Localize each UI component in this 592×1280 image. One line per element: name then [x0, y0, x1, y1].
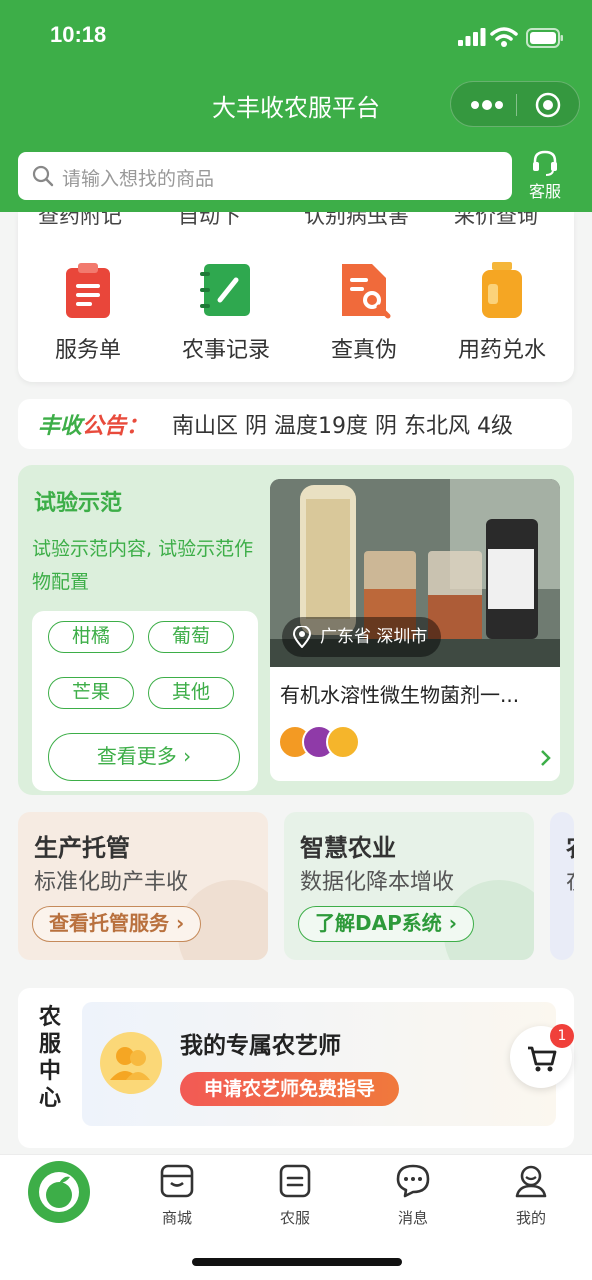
more-icon[interactable]: [467, 96, 507, 114]
message-icon: [396, 1164, 430, 1198]
apply-agronomist-button[interactable]: 申请农艺师免费指导: [180, 1072, 400, 1106]
cart-button[interactable]: 1: [510, 1024, 574, 1088]
service-item-farm-records[interactable]: 农事记录: [156, 260, 296, 370]
agronomist-card[interactable]: 我的专属农艺师 申请农艺师免费指导: [82, 1002, 556, 1126]
promo-title: 生产托管: [34, 834, 130, 862]
location-badge: 广东省 深圳市: [282, 617, 442, 657]
location-pin-icon: [292, 626, 312, 648]
tab-label: 商城: [161, 1209, 192, 1227]
promo-card-smart-agri[interactable]: 智慧农业 数据化降本增收 了解DAP系统 ›: [284, 812, 534, 960]
product-name: 有机水溶性微生物菌剂一...: [280, 683, 520, 707]
signal-icon: [458, 28, 486, 46]
service-item-dilution[interactable]: 用药兑水: [432, 260, 572, 370]
service-label: 查真伪: [330, 338, 397, 363]
service-card: 查药附记 自动下 认别病虫害 采价查询 服务单 农事记录 查真伪 用药兑水: [18, 212, 574, 382]
cut-label: 查药附记: [38, 212, 122, 228]
promo-card-hosting[interactable]: 生产托管 标准化助产丰收 查看托管服务 ›: [18, 812, 268, 960]
capsule-divider: [516, 94, 517, 116]
tab-label: 农服: [279, 1209, 310, 1227]
service-label: 农事记录: [181, 338, 270, 363]
status-time: 10:18: [50, 22, 107, 47]
search-placeholder: 请输入想找的商品: [62, 168, 215, 190]
section-vertical-title: 农服中心: [38, 1005, 61, 1111]
agro-center-section: 农服中心 我的专属农艺师 申请农艺师免费指导: [18, 988, 574, 1148]
notice-text: 南山区 阴 温度19度 阴 东北风 4级: [172, 414, 513, 439]
cart-badge: 1: [550, 1024, 574, 1048]
search-icon: [32, 165, 54, 187]
chevron-right-icon: [541, 750, 551, 766]
section-description: 试验示范内容, 试验示范作物配置: [32, 538, 254, 593]
header: 10:18 大丰收农服平台 请输入想找的商品 客服: [0, 0, 592, 212]
home-indicator: [192, 1258, 402, 1266]
notice-tag: 丰收公告：: [38, 414, 149, 439]
promo-subtitle: 标准化助产丰收: [34, 870, 189, 895]
service-item-orders[interactable]: 服务单: [18, 260, 158, 370]
crop-chip[interactable]: 葡萄: [148, 621, 234, 653]
notebook-icon: [200, 264, 250, 316]
promo-title: 智慧农业: [300, 834, 396, 862]
product-photo: 广东省 深圳市: [270, 479, 560, 667]
cut-label: 采价查询: [454, 212, 538, 228]
tab-label: 消息: [397, 1209, 428, 1227]
miniprogram-capsule: [450, 81, 580, 127]
search-bar[interactable]: 请输入想找的商品: [18, 152, 512, 200]
wifi-icon: [490, 27, 518, 47]
close-target-icon[interactable]: [535, 92, 561, 118]
service-label: 服务单: [54, 338, 121, 363]
crop-chip[interactable]: 芒果: [48, 677, 134, 709]
headset-icon: [533, 150, 557, 176]
learn-dap-button[interactable]: 了解DAP系统 ›: [298, 906, 474, 942]
trial-demo-section: 试验示范 试验示范内容, 试验示范作物配置 柑橘 葡萄 芒果 其他 查看更多 ›: [18, 465, 574, 795]
service-label: 用药兑水: [457, 338, 546, 363]
home-logo-icon: [39, 1172, 79, 1212]
document-search-icon: [342, 264, 391, 319]
customer-service-label: 客服: [528, 182, 561, 201]
tab-label: 我的: [515, 1209, 546, 1227]
tab-messages[interactable]: 消息: [373, 1163, 453, 1227]
promo-title: 农: [566, 828, 574, 863]
service-icon: [279, 1164, 311, 1198]
product-card[interactable]: 广东省 深圳市 有机水溶性微生物菌剂一...: [270, 479, 560, 781]
agronomist-avatar-icon: [100, 1032, 162, 1094]
crop-chip[interactable]: 柑橘: [48, 621, 134, 653]
agronomist-title: 我的专属农艺师: [180, 1033, 341, 1059]
tab-home[interactable]: [28, 1161, 90, 1223]
service-item-verify[interactable]: 查真伪: [294, 260, 434, 370]
tab-shop[interactable]: 商城: [137, 1163, 217, 1227]
customer-service-button[interactable]: 客服: [520, 148, 570, 204]
cut-label: 认别病虫害: [304, 212, 409, 228]
promo-subtitle: 数据化降本增收: [300, 870, 455, 895]
battery-icon: [526, 28, 563, 48]
mango-icon: [326, 725, 360, 759]
view-more-button[interactable]: 查看更多 ›: [48, 733, 240, 781]
promo-card-partial[interactable]: 农 在: [550, 812, 574, 960]
view-hosting-button[interactable]: 查看托管服务 ›: [32, 906, 202, 942]
profile-icon: [515, 1165, 547, 1198]
scrolled-row: 查药附记 自动下 认别病虫害 采价查询: [18, 212, 574, 228]
cut-label: 自动下: [178, 212, 241, 228]
bottle-icon: [482, 262, 522, 318]
status-bar: 10:18: [0, 0, 592, 72]
shop-icon: [160, 1164, 194, 1198]
notice-bar[interactable]: 丰收公告： 南山区 阴 温度19度 阴 东北风 4级: [18, 399, 572, 449]
tab-service[interactable]: 农服: [255, 1163, 335, 1227]
clipboard-icon: [66, 263, 110, 318]
tab-profile[interactable]: 我的: [491, 1163, 571, 1227]
crop-tag-panel: 柑橘 葡萄 芒果 其他 查看更多 ›: [32, 611, 258, 791]
promo-subtitle: 在: [566, 864, 574, 896]
crop-chip[interactable]: 其他: [148, 677, 234, 709]
section-title: 试验示范: [34, 491, 123, 516]
